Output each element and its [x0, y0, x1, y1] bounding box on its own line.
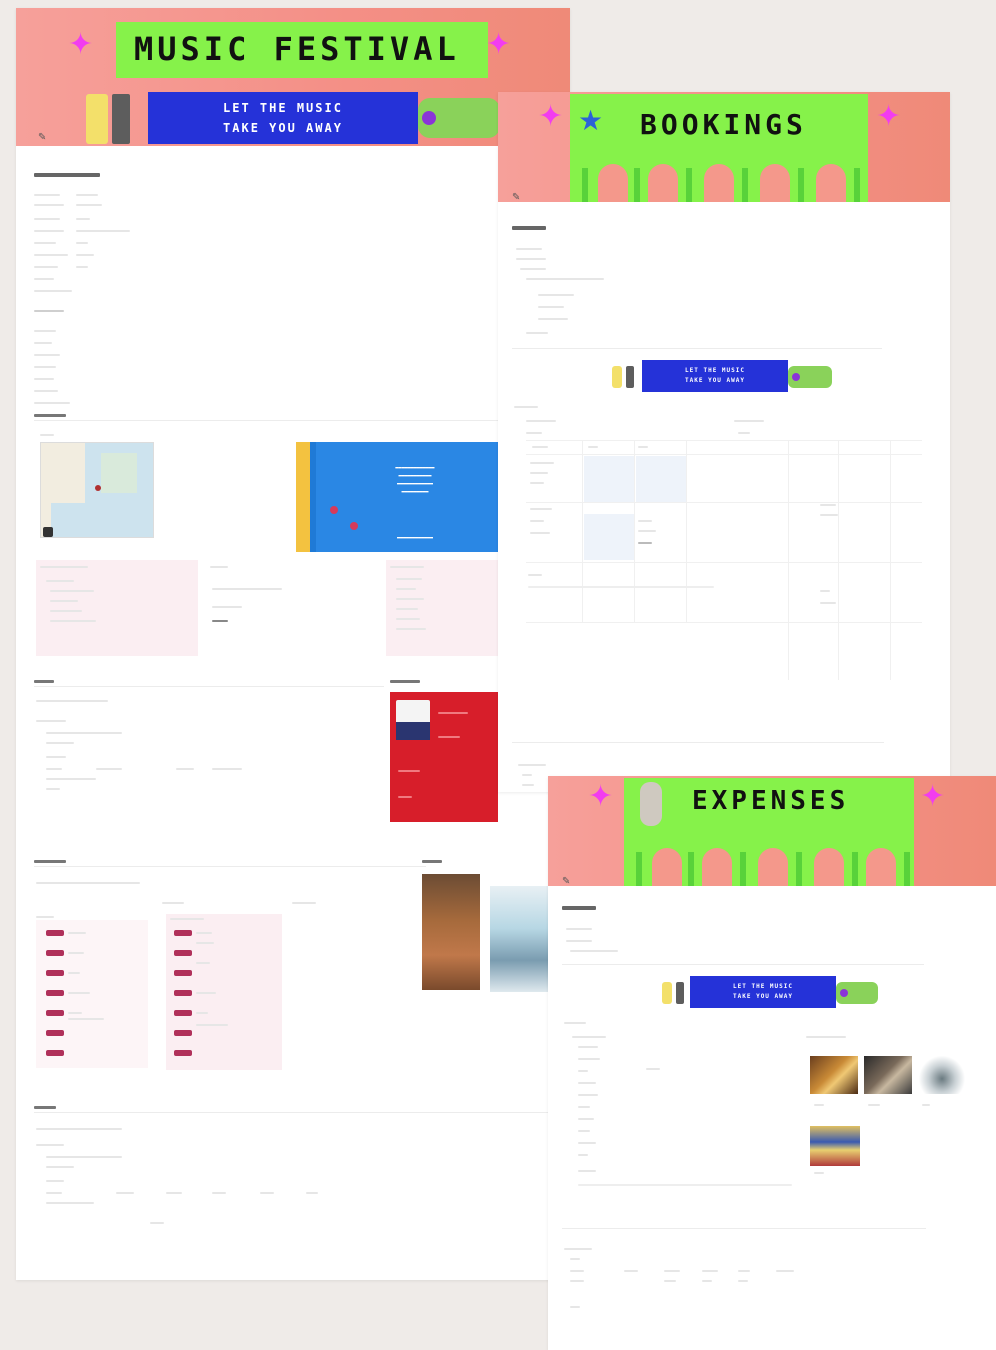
list-tag — [46, 1030, 64, 1036]
expense-receipt-photo-1[interactable] — [810, 1056, 858, 1094]
lineup-poster[interactable]: ▬▬▬▬▬▬▬▬▬▬▬▬▬ ▬▬▬▬▬▬▬▬▬▬▬ ▬▬▬▬▬▬▬▬▬▬▬▬ ▬▬▬▬… — [296, 442, 514, 552]
expenses-banner: EXPENSES ✦ ✦ — [548, 776, 996, 886]
hand-icon — [640, 782, 662, 826]
festival-promo-badge — [418, 98, 500, 138]
sparkle-icon: ✦ — [588, 779, 614, 814]
expenses-promo-banner: LET THE MUSIC TAKE YOU AWAY — [690, 976, 836, 1008]
gallery-photo-2[interactable] — [490, 886, 550, 992]
page-icon: ✎ — [562, 876, 571, 887]
badge-dot-icon — [422, 111, 436, 125]
calendar-booking[interactable] — [584, 514, 634, 560]
festival-promo-line1: LET THE MUSIC — [223, 101, 343, 115]
list-tag — [174, 990, 192, 996]
bookings-promo-banner: LET THE MUSIC TAKE YOU AWAY — [642, 360, 788, 392]
bookings-promo-line2: TAKE YOU AWAY — [685, 377, 745, 384]
festival-promo-banner: LET THE MUSIC TAKE YOU AWAY — [148, 92, 418, 144]
calendar-booking[interactable] — [584, 456, 634, 502]
featured-artist-card[interactable] — [390, 692, 498, 822]
bookings-promo-line1: LET THE MUSIC — [685, 367, 745, 374]
expenses-promo-line1: LET THE MUSIC — [733, 983, 793, 990]
sparkle-icon: ✦ — [876, 99, 902, 134]
festival-banner-title: MUSIC FESTIVAL — [134, 30, 460, 68]
festival-promo-line2: TAKE YOU AWAY — [223, 121, 343, 135]
bookings-promo-figure — [612, 366, 622, 388]
list-tag — [174, 970, 192, 976]
expenses-promo-badge — [836, 982, 878, 1004]
sparkle-icon: ✦ — [538, 99, 564, 134]
festival-banner: MUSIC FESTIVAL ✦ ✦ LET THE MUSIC TAKE YO… — [16, 8, 570, 146]
rainbow-star-icon: ★ — [578, 104, 604, 137]
expenses-promo-line2: TAKE YOU AWAY — [733, 993, 793, 1000]
expenses-banner-title: EXPENSES — [692, 786, 850, 816]
venue-map[interactable] — [40, 442, 154, 538]
sparkle-icon: ✦ — [920, 779, 946, 814]
expenses-page: EXPENSES ✦ ✦ ✎ LET THE MUSIC TAKE YOU AW… — [548, 776, 996, 1350]
list-tag — [46, 990, 64, 996]
gallery-photo-1[interactable] — [422, 874, 480, 990]
expense-receipt-photo-3[interactable] — [918, 1056, 966, 1094]
expenses-promo-figure — [662, 982, 672, 1004]
page-icon: ✎ — [512, 192, 521, 203]
expenses-promo-figure-alt — [676, 982, 684, 1004]
list-tag — [174, 950, 192, 956]
expense-receipt-photo-4[interactable] — [810, 1126, 860, 1166]
music-festival-page: MUSIC FESTIVAL ✦ ✦ LET THE MUSIC TAKE YO… — [16, 8, 570, 1280]
list-tag — [46, 950, 64, 956]
list-tag — [174, 1030, 192, 1036]
list-tag — [174, 930, 192, 936]
list-tag — [174, 1010, 192, 1016]
list-tag — [174, 1050, 192, 1056]
bookings-banner-title: BOOKINGS — [640, 108, 807, 141]
info-box-left — [36, 560, 198, 656]
list-tag — [46, 970, 64, 976]
festival-promo-figure-alt — [112, 94, 130, 144]
bookings-page: BOOKINGS ★ ✦ ✦ ✎ LET THE MUSIC TAKE YOU … — [498, 92, 950, 792]
expense-receipt-photo-2[interactable] — [864, 1056, 912, 1094]
bookings-banner: BOOKINGS ★ ✦ ✦ — [498, 92, 950, 202]
list-tag — [46, 930, 64, 936]
page-icon: ✎ — [38, 132, 47, 143]
bookings-promo-figure-alt — [626, 366, 634, 388]
sparkle-icon: ✦ — [68, 27, 94, 62]
list-tag — [46, 1010, 64, 1016]
festival-promo-figure — [86, 94, 108, 144]
sparkle-icon: ✦ — [486, 27, 512, 62]
bookings-promo-badge — [788, 366, 832, 388]
calendar-booking[interactable] — [636, 456, 686, 502]
list-tag — [46, 1050, 64, 1056]
